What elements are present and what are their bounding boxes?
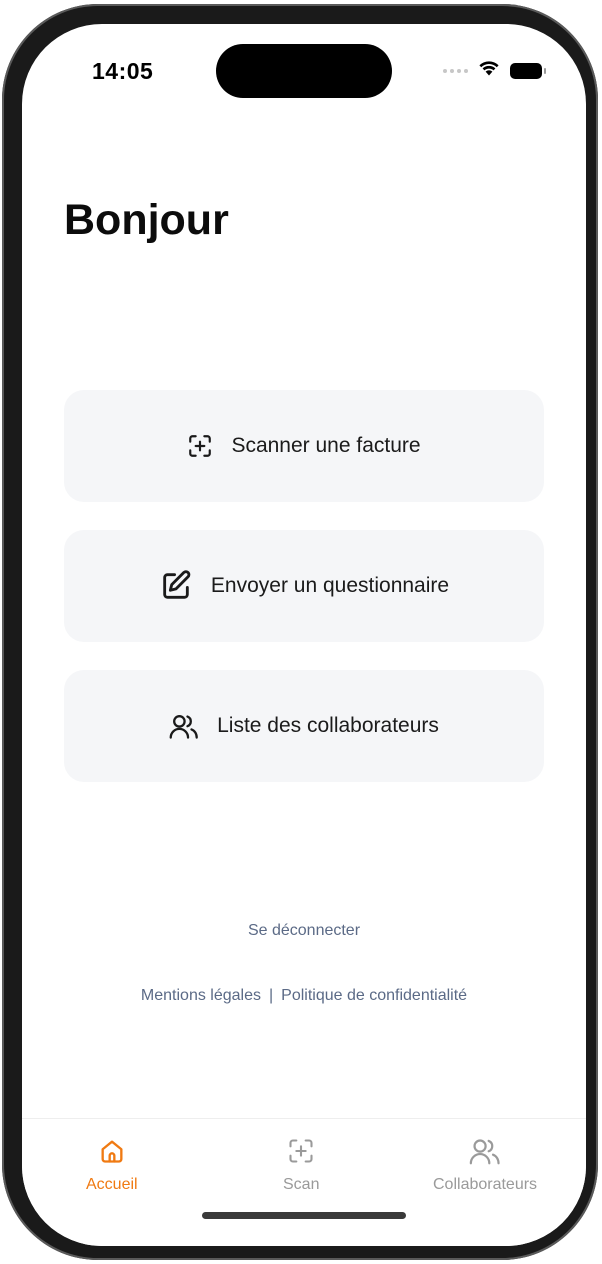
tab-home[interactable]: Accueil <box>86 1137 138 1194</box>
collaborators-list-label: Liste des collaborateurs <box>217 714 439 737</box>
status-icons <box>443 60 546 81</box>
status-time: 14:05 <box>92 58 154 84</box>
scan-invoice-button[interactable]: Scanner une facture <box>64 390 544 502</box>
wifi-icon <box>478 60 500 81</box>
collaborators-list-button[interactable]: Liste des collaborateurs <box>64 670 544 782</box>
scan-invoice-label: Scanner une facture <box>231 434 421 457</box>
tab-scan-label: Scan <box>283 1176 320 1193</box>
users-icon <box>169 713 199 739</box>
send-questionnaire-label: Envoyer un questionnaire <box>210 574 450 597</box>
legal-mentions-link[interactable]: Mentions légales <box>141 987 261 1005</box>
tab-collaborators-label: Collaborateurs <box>433 1176 538 1193</box>
tab-collaborators[interactable]: Collaborateurs <box>433 1137 537 1194</box>
page-title: Bonjour <box>64 196 229 244</box>
tab-home-label: Accueil <box>86 1176 138 1193</box>
tab-scan[interactable]: Scan <box>283 1137 319 1194</box>
home-icon <box>98 1137 126 1170</box>
legal-links: Mentions légales | Politique de confiden… <box>22 987 586 1005</box>
cellular-signal-icon <box>443 68 468 73</box>
tab-bar: Accueil Scan Collaborateurs <box>22 1118 586 1246</box>
home-indicator <box>202 1212 406 1219</box>
edit-icon <box>159 569 193 603</box>
logout-link[interactable]: Se déconnecter <box>22 922 586 940</box>
phone-frame: 14:05 Bonjour Scanner une facture Envoye… <box>2 4 598 1260</box>
dynamic-island <box>216 44 392 98</box>
users-icon <box>469 1137 501 1170</box>
privacy-policy-link[interactable]: Politique de confidentialité <box>281 987 467 1005</box>
scan-icon <box>287 1137 315 1170</box>
app-screen: 14:05 Bonjour Scanner une facture Envoye… <box>22 24 586 1246</box>
send-questionnaire-button[interactable]: Envoyer un questionnaire <box>64 530 544 642</box>
scan-icon <box>187 433 213 459</box>
battery-icon <box>510 62 546 79</box>
legal-separator: | <box>269 987 274 1004</box>
